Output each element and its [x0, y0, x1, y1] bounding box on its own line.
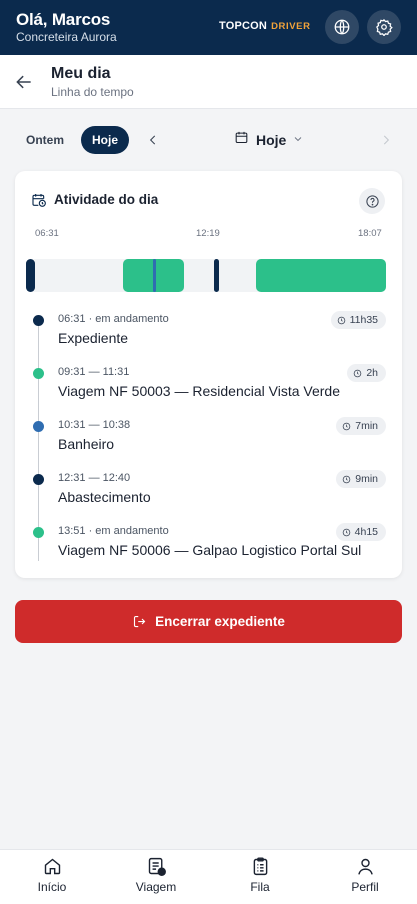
event-time: 06:31 · em andamento: [58, 313, 169, 325]
event-dot: [33, 421, 44, 432]
page-header: Meu dia Linha do tempo: [0, 55, 417, 109]
globe-icon: [334, 19, 350, 35]
nav-label: Perfil: [351, 880, 379, 894]
timeline-segment-break: [153, 259, 156, 292]
event-duration: 11h35: [349, 314, 378, 326]
calendar-clock-icon: [31, 192, 47, 208]
timeline-tick-mid: 12:19: [196, 228, 220, 239]
bottom-nav: Início Viagem Fila Perfil: [0, 849, 417, 904]
event-duration: 7min: [355, 420, 378, 432]
previous-day-button[interactable]: [146, 133, 160, 147]
page-subtitle: Linha do tempo: [51, 85, 134, 99]
next-day-button[interactable]: [379, 133, 393, 147]
event-time: 12:31 — 12:40: [58, 472, 131, 484]
brand-sub: DRIVER: [271, 21, 311, 32]
yesterday-button[interactable]: Ontem: [18, 126, 72, 154]
chevron-right-icon: [383, 135, 390, 145]
timeline-event[interactable]: 09:31 — 11:31 Viagem NF 50003 — Residenc…: [15, 364, 402, 411]
timeline-event[interactable]: 12:31 — 12:40 Abastecimento 9min: [15, 470, 402, 517]
event-name: Banheiro: [58, 436, 115, 452]
event-dot: [33, 315, 44, 326]
timeline-event[interactable]: 06:31 · em andamento Expediente 11h35: [15, 311, 402, 358]
brand-logo: TOPCON DRIVER: [219, 20, 311, 32]
activity-title: Atividade do dia: [54, 192, 159, 207]
nav-label: Início: [37, 880, 67, 894]
greeting: Olá, Marcos: [16, 10, 111, 29]
clock-icon: [337, 316, 345, 324]
today-button[interactable]: Hoje: [81, 126, 129, 154]
event-name: Viagem NF 50003 — Residencial Vista Verd…: [58, 383, 340, 399]
chevron-down-icon: [286, 131, 304, 150]
event-duration-badge: 7min: [336, 417, 386, 435]
brand-main: TOPCON: [219, 20, 268, 32]
language-button[interactable]: [325, 10, 359, 44]
event-name: Abastecimento: [58, 489, 151, 505]
end-shift-button[interactable]: Encerrar expediente: [15, 600, 402, 643]
nav-label: Fila: [250, 880, 270, 894]
nav-item-queue[interactable]: Fila: [225, 856, 295, 894]
timeline-event[interactable]: 13:51 · em andamento Viagem NF 50006 — G…: [15, 523, 402, 570]
timeline-tick-end: 18:07: [358, 228, 382, 239]
event-dot: [33, 527, 44, 538]
event-time: 10:31 — 10:38: [58, 419, 131, 431]
event-name: Viagem NF 50006 — Galpao Logistico Porta…: [58, 542, 362, 558]
event-duration-badge: 11h35: [330, 311, 386, 329]
nav-label: Viagem: [135, 880, 177, 894]
event-duration-badge: 9min: [336, 470, 386, 488]
home-icon: [44, 858, 60, 875]
timeline-segment-fuel: [214, 259, 219, 292]
queue-icon: [253, 857, 267, 876]
event-time: 09:31 — 11:31: [58, 366, 130, 378]
help-button[interactable]: [359, 188, 385, 214]
settings-button[interactable]: [367, 10, 401, 44]
clock-icon: [342, 528, 350, 536]
profile-icon: [357, 858, 373, 875]
event-time: 13:51 · em andamento: [58, 525, 169, 537]
nav-item-home[interactable]: Início: [17, 856, 87, 894]
timeline-tick-start: 06:31: [35, 228, 59, 239]
logout-icon: [134, 615, 146, 628]
timeline-event[interactable]: 10:31 — 10:38 Banheiro 7min: [15, 417, 402, 464]
arrow-left-icon: [16, 75, 31, 89]
calendar-icon: [234, 130, 249, 150]
clock-icon: [342, 422, 351, 430]
date-picker-label: Hoje: [256, 132, 287, 148]
gear-icon: [376, 18, 393, 36]
event-duration-badge: 4h15: [335, 523, 386, 541]
back-button[interactable]: [14, 72, 34, 92]
nav-item-trip[interactable]: Viagem: [121, 856, 191, 894]
nav-item-profile[interactable]: Perfil: [330, 856, 400, 894]
timeline-segment-trip: [256, 259, 386, 292]
clock-icon: [342, 475, 351, 483]
top-bar: Olá, Marcos Concreteira Aurora TOPCON DRI…: [0, 0, 417, 55]
event-duration: 9min: [355, 473, 378, 485]
activity-card: Atividade do dia 06:31 12:19 18:07 06:31…: [15, 171, 402, 578]
event-dot: [33, 474, 44, 485]
page-title: Meu dia: [51, 65, 111, 82]
event-name: Expediente: [58, 330, 129, 346]
end-shift-label: Encerrar expediente: [155, 614, 285, 629]
event-duration: 4h15: [354, 526, 378, 538]
chevron-left-icon: [149, 135, 156, 145]
event-duration: 2h: [366, 367, 378, 379]
timeline-bar[interactable]: [26, 259, 386, 292]
timeline-segment-shift: [26, 259, 35, 292]
help-icon: [365, 194, 379, 208]
trip-icon: [148, 857, 166, 876]
date-picker[interactable]: Hoje: [234, 130, 304, 150]
event-dot: [33, 368, 44, 379]
company-name: Concreteira Aurora: [16, 30, 117, 44]
event-duration-badge: 2h: [347, 364, 386, 382]
clock-icon: [354, 369, 362, 377]
